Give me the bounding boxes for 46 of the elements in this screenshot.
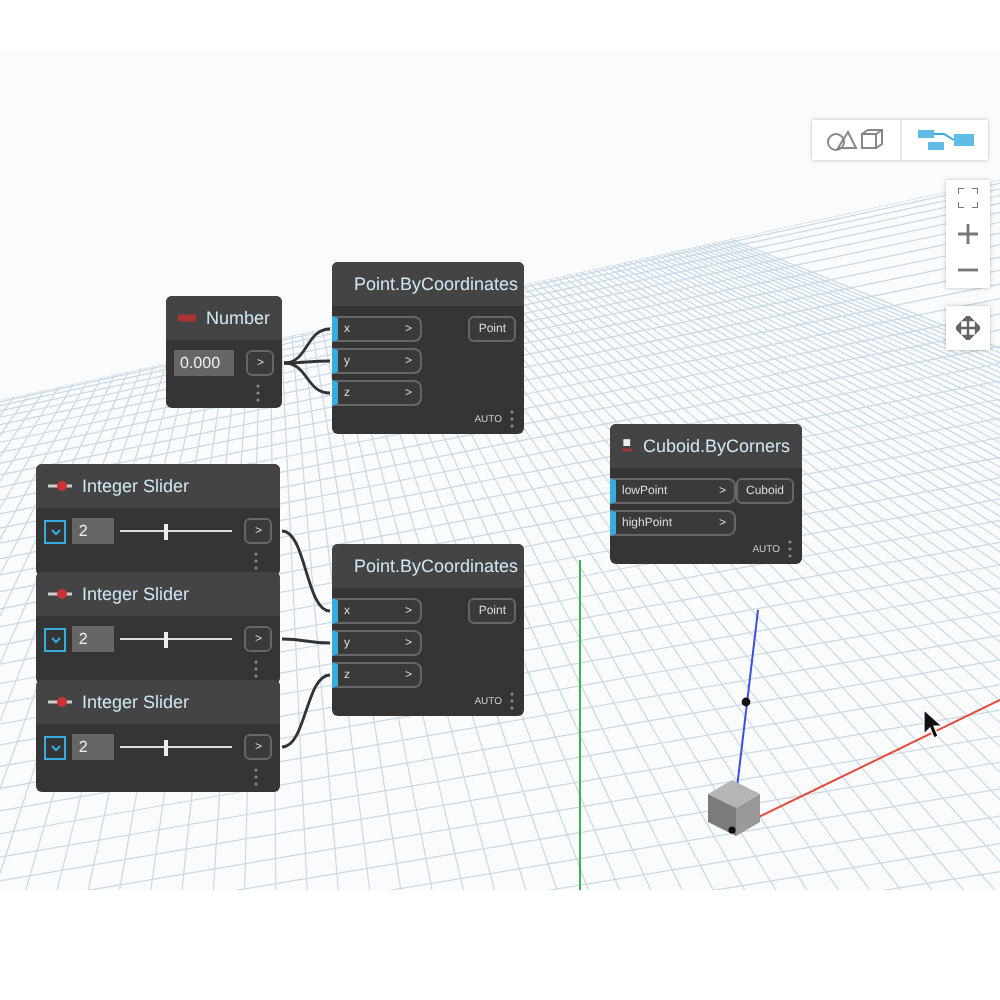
chevron-down-icon (49, 635, 62, 643)
view-toggle-button[interactable] (900, 120, 988, 160)
shapes-icon (826, 128, 886, 152)
slider-track[interactable] (120, 737, 233, 757)
slider-thumb[interactable] (163, 739, 168, 755)
wire (281, 673, 331, 749)
slider-thumb[interactable] (163, 631, 168, 647)
fit-view-icon (958, 188, 978, 208)
node-title: Integer Slider (82, 476, 190, 496)
minus-icon (958, 268, 978, 272)
wire (281, 529, 331, 613)
cube-drawing (708, 780, 760, 836)
origin-dot (728, 826, 736, 834)
wire (282, 637, 330, 645)
zoom-fit-button[interactable] (946, 180, 990, 216)
node-title: Integer Slider (82, 692, 190, 712)
node-icon (622, 436, 633, 456)
pan-button[interactable] (946, 306, 990, 350)
node-title: Integer Slider (82, 584, 190, 604)
number-input[interactable]: 0.000 (174, 350, 234, 376)
slider-icon (48, 696, 72, 708)
value-input[interactable]: 2 (72, 734, 115, 760)
node-title: Point.ByCoordinates (354, 556, 519, 576)
slider-thumb[interactable] (163, 523, 168, 539)
slider-track[interactable] (120, 629, 233, 649)
point-dot (741, 697, 751, 707)
expand-toggle[interactable] (44, 627, 67, 651)
node-title: Number (205, 308, 270, 328)
zoom-out-button[interactable] (946, 252, 990, 288)
slider-icon (48, 588, 72, 600)
node-title: Point.ByCoordinates (354, 274, 519, 294)
slider-icon (48, 480, 72, 492)
slider-track[interactable] (120, 521, 233, 541)
node-graph-icon (915, 128, 975, 152)
view-toggle-button[interactable] (812, 120, 900, 160)
expand-toggle[interactable] (44, 519, 67, 543)
plus-icon (958, 224, 978, 244)
chevron-down-icon (49, 743, 62, 751)
expand-toggle[interactable] (44, 735, 67, 759)
value-input[interactable]: 2 (72, 626, 115, 652)
move-arrows-icon (956, 316, 980, 340)
cursor-icon (923, 708, 944, 739)
node-title: Cuboid.ByCorners (642, 436, 790, 456)
chevron-down-icon (49, 527, 62, 535)
number-icon (178, 312, 196, 324)
value-input[interactable]: 2 (72, 518, 115, 544)
